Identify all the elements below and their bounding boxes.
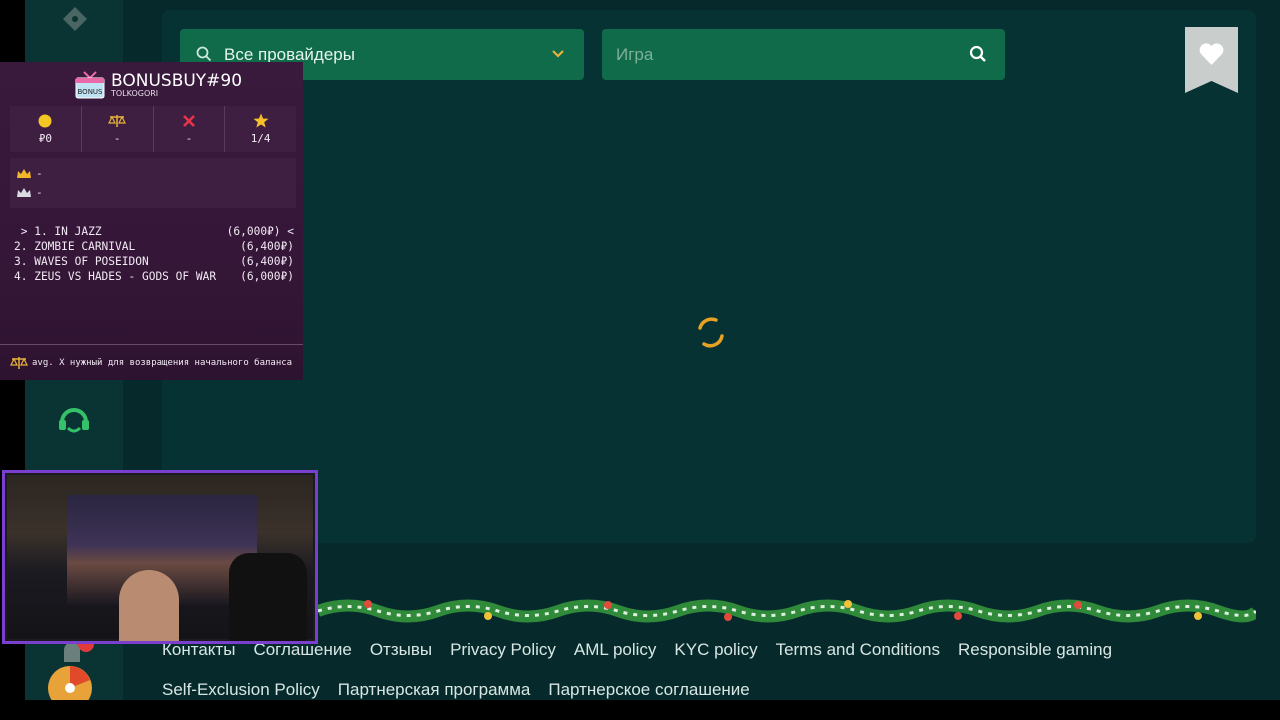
bonus-logo-text: BONUS bbox=[78, 88, 104, 96]
chair bbox=[229, 553, 307, 641]
gift-box-icon: BONUS bbox=[75, 71, 105, 99]
best-value-1: - bbox=[36, 167, 43, 180]
ticket-icon[interactable] bbox=[59, 5, 89, 31]
footer-link-self-exclusion[interactable]: Self-Exclusion Policy bbox=[162, 680, 320, 700]
footer-link-aml[interactable]: AML policy bbox=[574, 640, 657, 660]
scales-icon bbox=[10, 356, 28, 369]
game-search[interactable] bbox=[602, 29, 1005, 80]
footer-link-terms[interactable]: Terms and Conditions bbox=[776, 640, 940, 660]
support-headset-icon[interactable] bbox=[56, 404, 92, 438]
list-item-name: 3. WAVES OF POSEIDON bbox=[14, 255, 149, 268]
bonus-buy-best: - - bbox=[10, 158, 296, 208]
webcam-feed bbox=[7, 475, 313, 641]
cross-icon bbox=[182, 114, 195, 127]
list-item-amount: (6,000₽) bbox=[240, 270, 294, 283]
search-icon[interactable] bbox=[969, 45, 987, 68]
list-item: 4. ZEUS VS HADES - GODS OF WAR (6,000₽) bbox=[14, 269, 294, 284]
webcam-overlay bbox=[2, 470, 318, 644]
best-value-2: - bbox=[36, 186, 43, 199]
footer-link-reviews[interactable]: Отзывы bbox=[370, 640, 432, 660]
coin-icon bbox=[38, 114, 52, 127]
bonus-buy-list: > 1. IN JAZZ (6,000₽) < 2. ZOMBIE CARNIV… bbox=[14, 224, 294, 284]
footer-link-responsible[interactable]: Responsible gaming bbox=[958, 640, 1112, 660]
footer-link-kyc[interactable]: KYC policy bbox=[674, 640, 757, 660]
streamer bbox=[119, 570, 179, 641]
wheel-icon[interactable] bbox=[45, 660, 95, 700]
bonus-buy-subtitle: TOLKOGORI bbox=[111, 89, 159, 98]
footer-link-affiliate-agreement[interactable]: Партнерское соглашение bbox=[548, 680, 749, 700]
footer-link-privacy[interactable]: Privacy Policy bbox=[450, 640, 556, 660]
best-row-1: - bbox=[16, 164, 290, 183]
list-item: > 1. IN JAZZ (6,000₽) < bbox=[14, 224, 294, 239]
list-item-name: 2. ZOMBIE CARNIVAL bbox=[14, 240, 136, 253]
stat-progress: 1/4 bbox=[225, 106, 296, 152]
star-icon bbox=[253, 113, 269, 128]
best-row-2: - bbox=[16, 183, 290, 202]
crown-gold-icon bbox=[17, 168, 31, 178]
game-search-input[interactable] bbox=[602, 29, 1005, 80]
list-item-amount: (6,400₽) bbox=[240, 240, 294, 253]
chevron-down-icon bbox=[550, 46, 566, 67]
stat-loss-value: - bbox=[185, 131, 193, 145]
footer-link-affiliate-program[interactable]: Партнерская программа bbox=[338, 680, 531, 700]
christmas-garland bbox=[318, 599, 1256, 623]
list-item-name: > 1. IN JAZZ bbox=[14, 225, 102, 238]
list-item: 3. WAVES OF POSEIDON (6,400₽) bbox=[14, 254, 294, 269]
stat-balance: ₽0 bbox=[10, 106, 82, 152]
favorites-button[interactable] bbox=[1185, 27, 1238, 93]
stat-balance-value: ₽0 bbox=[38, 131, 52, 145]
list-item: 2. ZOMBIE CARNIVAL (6,400₽) bbox=[14, 239, 294, 254]
stat-progress-value: 1/4 bbox=[250, 132, 271, 145]
stat-average: - bbox=[82, 106, 154, 152]
stat-loss: - bbox=[154, 106, 226, 152]
scales-icon bbox=[108, 114, 127, 127]
bonus-buy-overlay: BONUS BONUSBUY#90 TOLKOGORI ₽0 - - 1/4 - bbox=[0, 62, 303, 380]
list-item-amount: (6,400₽) bbox=[240, 255, 294, 268]
list-item-name: 4. ZEUS VS HADES - GODS OF WAR bbox=[14, 270, 217, 283]
loading-spinner bbox=[694, 314, 726, 350]
bonus-buy-stats: ₽0 - - 1/4 bbox=[10, 106, 296, 152]
games-panel bbox=[162, 10, 1256, 543]
list-item-amount: (6,000₽) < bbox=[226, 225, 294, 238]
bonus-buy-footer-note: avg. X нужный для возвращения начального… bbox=[32, 357, 293, 368]
bonus-buy-footer: avg. X нужный для возвращения начального… bbox=[0, 344, 303, 380]
footer-row-2: Self-Exclusion Policy Партнерская програ… bbox=[162, 670, 1162, 710]
crown-silver-icon bbox=[17, 187, 31, 197]
stat-average-value: - bbox=[113, 131, 121, 145]
bonus-buy-header: BONUS BONUSBUY#90 TOLKOGORI bbox=[74, 70, 242, 100]
bonus-buy-title: BONUSBUY#90 bbox=[111, 71, 243, 91]
